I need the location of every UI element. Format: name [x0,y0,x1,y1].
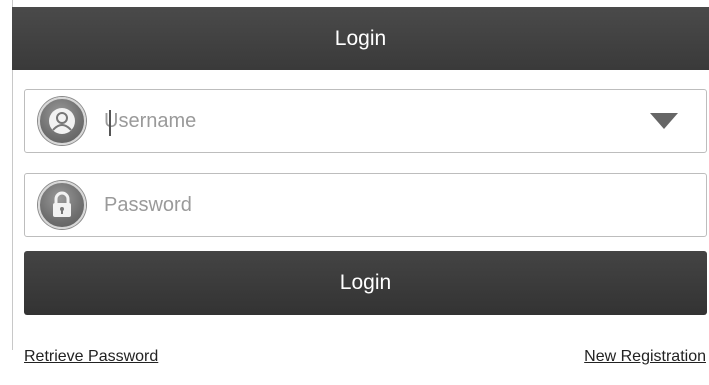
header-bar: Login [12,7,709,70]
password-input[interactable] [104,185,706,225]
page-title: Login [334,26,387,50]
login-screen: Login Login Retrie [0,0,709,385]
login-button[interactable]: Login [24,251,707,315]
new-registration-link[interactable]: New Registration [584,348,706,366]
retrieve-password-link[interactable]: Retrieve Password [24,348,158,366]
dropdown-triangle-icon[interactable] [649,111,679,131]
user-icon [38,97,86,145]
password-field[interactable] [24,173,707,237]
lock-icon [38,181,86,229]
text-caret [109,110,111,136]
username-field[interactable] [24,89,707,153]
username-input[interactable] [104,101,649,141]
